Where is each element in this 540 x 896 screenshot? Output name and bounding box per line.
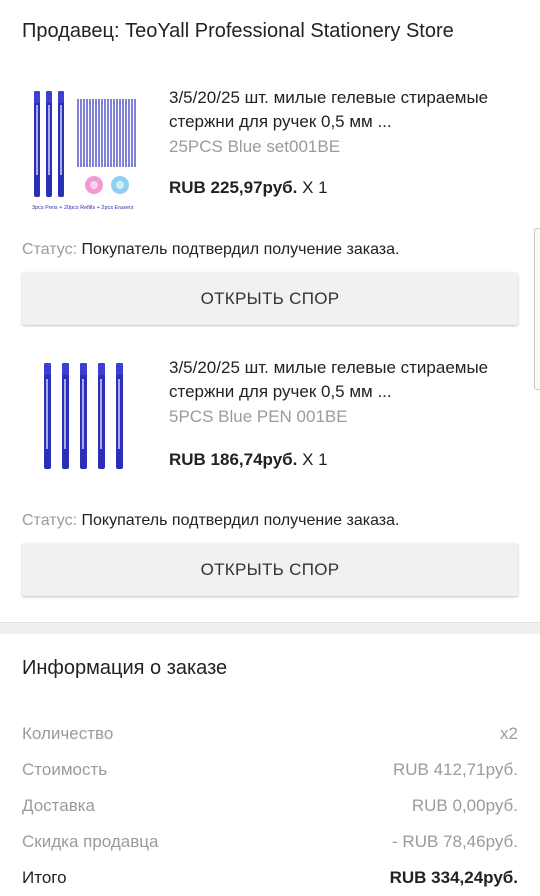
open-dispute-button-1[interactable]: ОТКРЫТЬ СПОР xyxy=(22,272,518,325)
item-title-1[interactable]: 3/5/20/25 шт. милые гелевые стираемые ст… xyxy=(169,86,521,134)
row-value: RUB 0,00руб. xyxy=(411,796,518,815)
order-row-shipping: Доставка RUB 0,00руб. xyxy=(22,796,518,816)
section-divider xyxy=(0,622,540,634)
order-row-total: Итого RUB 334,24руб. xyxy=(22,868,518,888)
item-price-value-2: RUB 186,74руб. xyxy=(169,450,298,469)
row-label: Доставка xyxy=(22,796,96,815)
row-label: Итого xyxy=(22,868,67,887)
order-row-quantity: Количество x2 xyxy=(22,724,518,744)
row-value: - RUB 78,46руб. xyxy=(392,832,518,851)
seller-label: Продавец: xyxy=(22,20,120,42)
item-price-2: RUB 186,74руб. X 1 xyxy=(169,450,328,470)
item-sku-2: 5PCS Blue PEN 001BE xyxy=(169,407,348,426)
pens-image xyxy=(44,363,123,469)
row-value: RUB 412,71руб. xyxy=(392,760,518,779)
row-value: RUB 334,24руб. xyxy=(389,868,518,887)
status-text-2: Покупатель подтвердил получение заказа. xyxy=(81,512,400,529)
item-qty-1: X 1 xyxy=(302,178,328,197)
scrollbar[interactable] xyxy=(534,228,540,390)
pens-set-image: 3pcs Pens + 20pcs Refills + 2pcs Erasers xyxy=(32,91,136,211)
seller-name[interactable]: TeoYall Professional Stationery Store xyxy=(125,20,454,42)
order-row-cost: Стоимость RUB 412,71руб. xyxy=(22,760,518,780)
seller-header[interactable]: Продавец: TeoYall Professional Stationer… xyxy=(22,20,454,43)
item-qty-2: X 1 xyxy=(302,450,328,469)
product-image-1[interactable]: 3pcs Pens + 20pcs Refills + 2pcs Erasers xyxy=(22,85,152,215)
row-value: x2 xyxy=(500,724,518,743)
product-image-2[interactable] xyxy=(22,355,152,485)
status-label-1: Статус: xyxy=(22,241,78,258)
status-text-1: Покупатель подтвердил получение заказа. xyxy=(81,241,400,258)
status-label-2: Статус: xyxy=(22,512,78,529)
row-label: Стоимость xyxy=(22,760,108,779)
item-price-1: RUB 225,97руб. X 1 xyxy=(169,178,328,198)
item-status-2: Статус: Покупатель подтвердил получение … xyxy=(22,512,399,530)
order-info-title: Информация о заказе xyxy=(22,657,228,679)
item-price-value-1: RUB 225,97руб. xyxy=(169,178,298,197)
open-dispute-button-2[interactable]: ОТКРЫТЬ СПОР xyxy=(22,543,518,596)
image-caption: 3pcs Pens + 20pcs Refills + 2pcs Erasers xyxy=(32,205,134,211)
row-label: Количество xyxy=(22,724,114,743)
row-label: Скидка продавца xyxy=(22,832,159,851)
item-title-2[interactable]: 3/5/20/25 шт. милые гелевые стираемые ст… xyxy=(169,356,521,404)
item-sku-1: 25PCS Blue set001BE xyxy=(169,137,341,156)
item-status-1: Статус: Покупатель подтвердил получение … xyxy=(22,241,399,259)
order-row-discount: Скидка продавца - RUB 78,46руб. xyxy=(22,832,518,852)
